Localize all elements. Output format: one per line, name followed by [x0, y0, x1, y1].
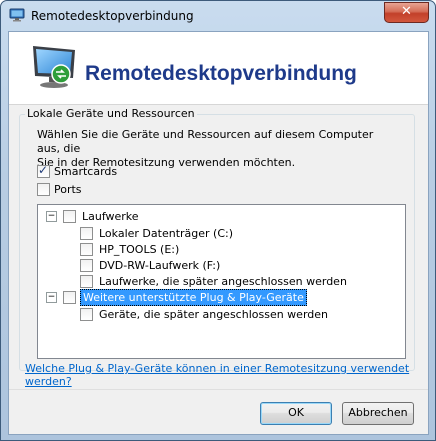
tree-node-drives[interactable]: − Laufwerke: [46, 208, 141, 224]
future-drives-label: Laufwerke, die später angeschlossen werd…: [99, 274, 347, 288]
tree-item-drive-c[interactable]: Lokaler Datenträger (C:): [80, 225, 235, 241]
ports-option[interactable]: Ports: [37, 183, 82, 196]
close-button[interactable]: ✕: [384, 2, 429, 23]
drive-c-label: Lokaler Datenträger (C:): [99, 226, 234, 240]
tree-item-drive-e[interactable]: HP_TOOLS (E:): [80, 241, 181, 257]
close-icon: ✕: [401, 4, 412, 19]
groupbox-label: Lokale Geräte und Ressourcen: [25, 107, 197, 120]
drive-e-checkbox[interactable]: [80, 242, 93, 256]
drive-c-checkbox[interactable]: [80, 226, 93, 240]
drive-f-checkbox[interactable]: [80, 258, 93, 272]
header-banner: Remotedesktopverbindung: [9, 32, 428, 104]
pnp-checkbox[interactable]: [63, 290, 76, 304]
header-divider: [9, 104, 428, 105]
tree-node-pnp[interactable]: − Weitere unterstützte Plug & Play-Gerät…: [46, 288, 307, 306]
collapse-icon[interactable]: −: [46, 291, 57, 303]
header-title: Remotedesktopverbindung: [85, 62, 357, 85]
window-title: Remotedesktopverbindung: [31, 9, 194, 23]
monitor-connection-icon: [33, 46, 75, 88]
dialog-window: Remotedesktopverbindung ✕ Remotedesktopv…: [0, 0, 436, 441]
drive-e-label: HP_TOOLS (E:): [99, 242, 180, 256]
cancel-button[interactable]: Abbrechen: [342, 402, 414, 425]
ok-button[interactable]: OK: [260, 402, 332, 425]
help-link[interactable]: Welche Plug & Play-Geräte können in eine…: [25, 362, 428, 388]
pnp-label: Weitere unterstützte Plug & Play-Geräte: [80, 288, 307, 306]
drives-checkbox[interactable]: [63, 209, 76, 223]
drive-f-label: DVD-RW-Laufwerk (F:): [99, 258, 221, 272]
tree-item-drive-f[interactable]: DVD-RW-Laufwerk (F:): [80, 257, 222, 273]
smartcards-option[interactable]: Smartcards: [37, 163, 118, 178]
dialog-client-area: Remotedesktopverbindung Lokale Geräte un…: [8, 31, 429, 435]
device-tree[interactable]: − Laufwerke Lokaler Datenträger (C:) HP_…: [37, 204, 406, 359]
collapse-icon[interactable]: −: [46, 210, 57, 222]
future-devices-checkbox[interactable]: [80, 307, 93, 321]
ports-checkbox[interactable]: [37, 183, 50, 196]
footer-divider: [9, 389, 428, 390]
remote-desktop-icon: [9, 8, 25, 22]
drives-label: Laufwerke: [82, 209, 139, 223]
tree-item-future-devices[interactable]: Geräte, die später angeschlossen werden: [80, 306, 330, 322]
future-devices-label: Geräte, die später angeschlossen werden: [99, 307, 328, 321]
title-bar[interactable]: Remotedesktopverbindung ✕: [1, 1, 435, 31]
description-line-1: Wählen Sie die Geräte und Ressourcen auf…: [37, 128, 374, 155]
smartcards-label: Smartcards: [54, 165, 118, 178]
tree-item-future-drives[interactable]: Laufwerke, die später angeschlossen werd…: [80, 273, 349, 289]
group-description: Wählen Sie die Geräte und Ressourcen auf…: [37, 128, 397, 170]
future-drives-checkbox[interactable]: [80, 274, 93, 288]
ports-label: Ports: [54, 183, 82, 196]
smartcards-checkbox[interactable]: [37, 163, 50, 178]
